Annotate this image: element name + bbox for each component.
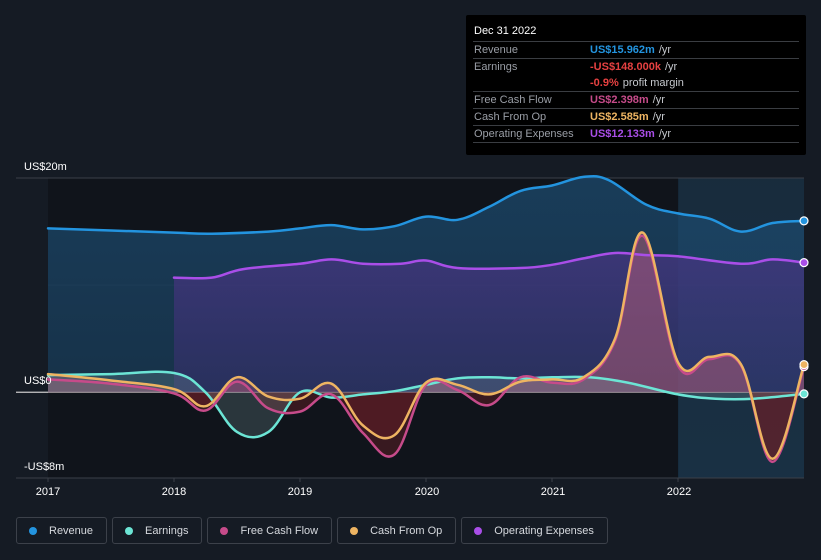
x-tick-label: 2018: [162, 486, 186, 498]
legend-item-free-cash-flow[interactable]: Free Cash Flow: [207, 517, 333, 544]
legend-label: Revenue: [49, 524, 94, 537]
x-tick-label: 2020: [415, 486, 439, 498]
tooltip-row-operating-expenses: Operating Expenses US$12.133m /yr: [473, 126, 799, 143]
y-tick-label: US$20m: [24, 161, 67, 173]
y-tick-label: -US$8m: [24, 461, 64, 473]
legend: Revenue Earnings Free Cash Flow Cash Fro…: [16, 517, 608, 544]
tooltip-label: Revenue: [474, 44, 519, 56]
tooltip-suffix: /yr: [652, 94, 665, 106]
x-tick-label: 2017: [36, 486, 60, 498]
legend-item-operating-expenses[interactable]: Operating Expenses: [461, 517, 608, 544]
tooltip-value: US$2.398m: [590, 94, 649, 106]
tooltip-label: Free Cash Flow: [474, 94, 552, 106]
operating-expenses-end-marker: [799, 258, 809, 268]
legend-item-revenue[interactable]: Revenue: [16, 517, 108, 544]
tooltip-suffix: /yr: [652, 111, 665, 123]
tooltip-label: Cash From Op: [474, 111, 547, 123]
y-tick-label: US$0: [24, 375, 52, 387]
tooltip-date: Dec 31 2022: [473, 23, 799, 42]
x-tick-label: 2021: [541, 486, 565, 498]
tooltip-value: -0.9%: [590, 77, 619, 89]
legend-dot-icon: [29, 526, 37, 535]
cash-from-op-end-marker: [799, 359, 809, 370]
revenue-end-marker: [799, 216, 809, 226]
legend-dot-icon: [125, 526, 134, 535]
tooltip-label: [474, 75, 590, 91]
legend-item-cash-from-op[interactable]: Cash From Op: [337, 517, 457, 544]
tooltip-value: US$2.585m: [590, 111, 649, 123]
legend-dot-icon: [474, 526, 483, 535]
legend-item-earnings[interactable]: Earnings: [112, 517, 203, 544]
x-tick-label: 2019: [288, 486, 312, 498]
tooltip-suffix: profit margin: [622, 77, 684, 89]
legend-dot-icon: [220, 526, 229, 535]
tooltip-value: -US$148.000k: [590, 61, 661, 73]
tooltip-row-profit-margin: -0.9% profit margin: [473, 75, 799, 92]
legend-label: Earnings: [145, 524, 189, 537]
tooltip-panel: Dec 31 2022 Revenue US$15.962m /yr Earni…: [466, 15, 806, 155]
earnings-end-marker: [799, 389, 809, 399]
tooltip-suffix: /yr: [658, 44, 672, 56]
tooltip-row-revenue: Revenue US$15.962m /yr: [473, 42, 799, 59]
x-tick-label: 2022: [667, 486, 691, 498]
legend-label: Operating Expenses: [494, 524, 594, 537]
tooltip-row-free-cash-flow: Free Cash Flow US$2.398m /yr: [473, 92, 799, 109]
tooltip-row-earnings: Earnings -US$148.000k /yr: [473, 59, 799, 75]
tooltip-suffix: /yr: [664, 61, 678, 73]
tooltip-value: US$15.962m: [590, 44, 655, 56]
tooltip-label: Operating Expenses: [474, 128, 574, 140]
tooltip-label: Earnings: [474, 61, 518, 73]
tooltip-row-cash-from-op: Cash From Op US$2.585m /yr: [473, 109, 799, 126]
tooltip-suffix: /yr: [658, 128, 672, 140]
tooltip-value: US$12.133m: [590, 128, 655, 140]
legend-dot-icon: [350, 526, 359, 535]
legend-label: Cash From Op: [370, 524, 443, 537]
legend-label: Free Cash Flow: [240, 524, 319, 537]
